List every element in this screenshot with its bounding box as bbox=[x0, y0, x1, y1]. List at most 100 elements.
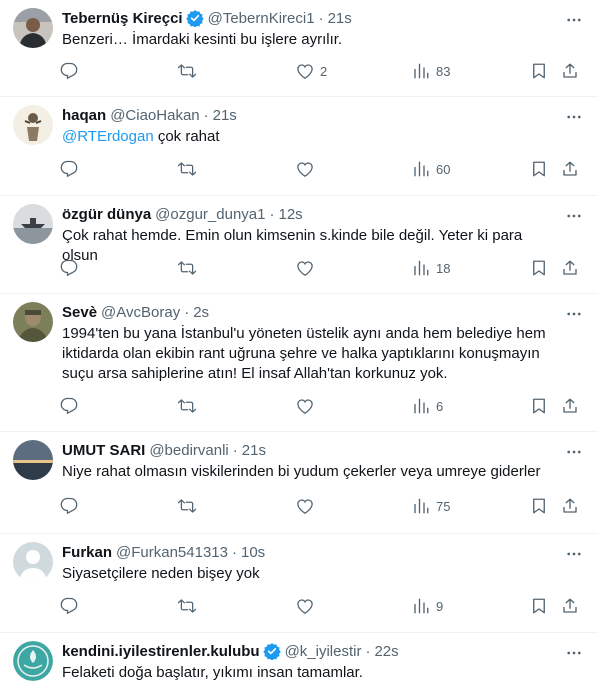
timestamp[interactable]: 22s bbox=[374, 643, 398, 660]
more-dots-icon[interactable] bbox=[564, 304, 584, 324]
timestamp[interactable]: 2s bbox=[193, 304, 209, 321]
avatar[interactable] bbox=[13, 302, 53, 342]
share-button[interactable] bbox=[561, 259, 579, 277]
avatar[interactable] bbox=[13, 542, 53, 582]
separator: · bbox=[318, 9, 324, 27]
display-name[interactable]: özgür dünya bbox=[62, 206, 151, 223]
more-dots-icon[interactable] bbox=[564, 544, 584, 564]
like-button[interactable]: 2 bbox=[296, 62, 327, 80]
more-dots-icon[interactable] bbox=[564, 10, 584, 30]
bookmark-icon bbox=[533, 498, 545, 514]
handle[interactable]: @k_iyilestir bbox=[285, 643, 362, 660]
share-button[interactable] bbox=[561, 597, 579, 615]
handle[interactable]: @AvcBoray bbox=[101, 304, 180, 321]
retweet-button[interactable] bbox=[178, 62, 196, 80]
separator: · bbox=[231, 543, 237, 561]
avatar[interactable] bbox=[13, 440, 53, 480]
retweet-icon bbox=[178, 599, 196, 613]
more-dots-icon[interactable] bbox=[564, 643, 584, 663]
bookmark-button[interactable] bbox=[530, 597, 548, 615]
reply-button[interactable] bbox=[60, 259, 78, 277]
bookmark-button[interactable] bbox=[530, 160, 548, 178]
reply-button[interactable] bbox=[60, 597, 78, 615]
more-dots-icon[interactable] bbox=[564, 206, 584, 226]
timestamp[interactable]: 21s bbox=[213, 107, 237, 124]
heart-icon bbox=[297, 399, 313, 414]
reply-icon bbox=[60, 259, 78, 277]
reply-icon bbox=[60, 397, 78, 415]
heart-icon bbox=[297, 162, 313, 177]
views-button[interactable]: 75 bbox=[412, 497, 450, 515]
bookmark-button[interactable] bbox=[530, 62, 548, 80]
retweet-button[interactable] bbox=[178, 397, 196, 415]
like-button[interactable] bbox=[296, 497, 314, 515]
handle[interactable]: @TebernKireci1 bbox=[208, 10, 315, 27]
display-name[interactable]: Furkan bbox=[62, 544, 112, 561]
views-chart-icon bbox=[414, 63, 429, 79]
reply-button[interactable] bbox=[60, 160, 78, 178]
avatar[interactable] bbox=[13, 641, 53, 681]
bookmark-icon bbox=[533, 63, 545, 79]
bookmark-icon bbox=[533, 398, 545, 414]
more-dots-icon[interactable] bbox=[564, 442, 584, 462]
tweet[interactable]: haqan @CiaoHakan · 21s @RTErdogan çok ra… bbox=[0, 97, 598, 196]
display-name[interactable]: UMUT SARI bbox=[62, 442, 145, 459]
timestamp[interactable]: 21s bbox=[242, 442, 266, 459]
like-button[interactable] bbox=[296, 160, 314, 178]
views-button[interactable]: 18 bbox=[412, 259, 450, 277]
view-count: 60 bbox=[436, 161, 451, 177]
tweet[interactable]: özgür dünya @ozgur_dunya1 · 12s Çok raha… bbox=[0, 196, 598, 294]
views-button[interactable]: 60 bbox=[412, 160, 450, 178]
view-count: 83 bbox=[436, 63, 451, 79]
timestamp[interactable]: 21s bbox=[328, 10, 352, 27]
views-button[interactable]: 83 bbox=[412, 62, 450, 80]
separator: · bbox=[269, 205, 275, 223]
reply-button[interactable] bbox=[60, 397, 78, 415]
avatar[interactable] bbox=[13, 8, 53, 48]
reply-button[interactable] bbox=[60, 62, 78, 80]
avatar[interactable] bbox=[13, 204, 53, 244]
reply-button[interactable] bbox=[60, 497, 78, 515]
retweet-button[interactable] bbox=[178, 597, 196, 615]
avatar[interactable] bbox=[13, 105, 53, 145]
like-button[interactable] bbox=[296, 259, 314, 277]
action-bar: 75 bbox=[0, 488, 598, 526]
verified-badge-icon bbox=[185, 9, 204, 28]
timestamp[interactable]: 10s bbox=[241, 544, 265, 561]
like-button[interactable] bbox=[296, 397, 314, 415]
like-button[interactable] bbox=[296, 597, 314, 615]
tweet[interactable]: Tebernüş Kireçci @TebernKireci1 · 21s Be… bbox=[0, 0, 598, 97]
share-button[interactable] bbox=[561, 62, 579, 80]
bookmark-button[interactable] bbox=[530, 397, 548, 415]
retweet-button[interactable] bbox=[178, 160, 196, 178]
display-name[interactable]: Sevè bbox=[62, 304, 97, 321]
display-name[interactable]: haqan bbox=[62, 107, 106, 124]
display-name[interactable]: Tebernüş Kireçci bbox=[62, 10, 183, 27]
timestamp[interactable]: 12s bbox=[278, 206, 302, 223]
handle[interactable]: @bedirvanli bbox=[149, 442, 228, 459]
bookmark-button[interactable] bbox=[530, 259, 548, 277]
more-dots-icon[interactable] bbox=[564, 107, 584, 127]
share-button[interactable] bbox=[561, 497, 579, 515]
tweet[interactable]: Furkan @Furkan541313 · 10s Siyasetçilere… bbox=[0, 534, 598, 633]
retweet-button[interactable] bbox=[178, 259, 196, 277]
handle[interactable]: @Furkan541313 bbox=[116, 544, 228, 561]
tweet[interactable]: UMUT SARI @bedirvanli · 21s Niye rahat o… bbox=[0, 432, 598, 534]
share-button[interactable] bbox=[561, 397, 579, 415]
mention-link[interactable]: @RTErdogan bbox=[62, 128, 154, 145]
retweet-button[interactable] bbox=[178, 497, 196, 515]
tweet-text: Benzeri… İmardaki kesinti bu işlere ayrı… bbox=[62, 31, 343, 48]
share-button[interactable] bbox=[561, 160, 579, 178]
views-button[interactable]: 9 bbox=[412, 597, 443, 615]
handle[interactable]: @ozgur_dunya1 bbox=[155, 206, 265, 223]
like-count: 2 bbox=[320, 63, 328, 79]
handle[interactable]: @CiaoHakan bbox=[110, 107, 199, 124]
tweet[interactable]: kendini.iyilestirenler.kulubu @k_iyilest… bbox=[0, 633, 598, 693]
views-button[interactable]: 6 bbox=[412, 397, 443, 415]
tweet-header: kendini.iyilestirenler.kulubu @k_iyilest… bbox=[62, 641, 554, 661]
separator: · bbox=[232, 441, 238, 459]
display-name[interactable]: kendini.iyilestirenler.kulubu bbox=[62, 643, 260, 660]
bookmark-button[interactable] bbox=[530, 497, 548, 515]
heart-icon bbox=[297, 64, 313, 79]
tweet[interactable]: Sevè @AvcBoray · 2s 1994'ten bu yana İst… bbox=[0, 294, 598, 432]
